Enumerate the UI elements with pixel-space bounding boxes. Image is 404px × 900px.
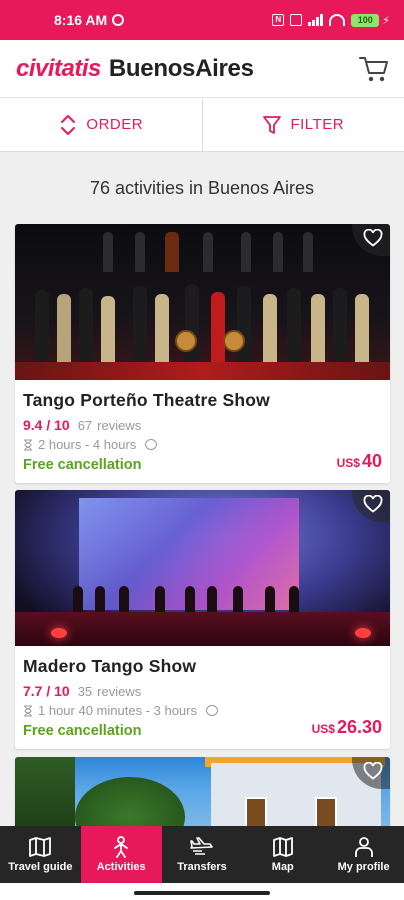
- gesture-bar: [0, 883, 404, 900]
- signal-icon: [308, 14, 324, 26]
- activity-card[interactable]: Tango Porteño Theatre Show 9.4 / 10 67 r…: [15, 224, 390, 483]
- rating-line: 9.4 / 10 67 reviews: [23, 417, 382, 433]
- activity-image[interactable]: [15, 757, 390, 837]
- app-header: civitatis BuenosAires: [0, 40, 404, 98]
- activity-image[interactable]: [15, 490, 390, 646]
- home-indicator[interactable]: [134, 891, 270, 895]
- book-map-icon: [29, 837, 52, 857]
- activity-rating: 7.7 / 10: [23, 683, 70, 699]
- mute-icon: [290, 14, 303, 26]
- price-amount: 40: [361, 451, 382, 471]
- cart-icon[interactable]: [358, 53, 390, 85]
- city-title: BuenosAires: [108, 54, 254, 82]
- activity-duration: 1 hour 40 minutes - 3 hours: [38, 703, 197, 718]
- status-icons: N 100 ⚡: [272, 13, 390, 27]
- price-currency: US$: [311, 722, 335, 736]
- battery-icon: 100: [351, 13, 380, 27]
- rating-line: 7.7 / 10 35 reviews: [23, 683, 382, 699]
- plane-icon: [190, 837, 213, 855]
- activity-details: Tango Porteño Theatre Show 9.4 / 10 67 r…: [15, 380, 390, 483]
- price-amount: 26.30: [336, 717, 382, 737]
- language-icon: [145, 439, 158, 450]
- duration-line: 2 hours - 4 hours: [23, 437, 382, 452]
- status-time: 8:16 AM: [54, 12, 108, 28]
- language-icon: [205, 705, 218, 716]
- map-icon: [272, 837, 293, 857]
- heart-icon: [363, 762, 383, 780]
- nav-my-profile[interactable]: My profile: [323, 826, 404, 883]
- duration-line: 1 hour 40 minutes - 3 hours: [23, 703, 382, 718]
- nav-label: Activities: [96, 861, 146, 873]
- favorite-button[interactable]: [352, 490, 390, 522]
- nav-label: My profile: [337, 861, 390, 873]
- sort-filter-bar: ORDER FILTER: [0, 98, 404, 152]
- order-label: ORDER: [86, 116, 144, 133]
- activity-title[interactable]: Tango Porteño Theatre Show: [23, 390, 382, 411]
- reviews-count: 35: [77, 684, 93, 699]
- person-icon: [114, 836, 129, 858]
- filter-label: FILTER: [290, 116, 345, 133]
- filter-button[interactable]: FILTER: [201, 98, 404, 151]
- free-cancellation: Free cancellation: [23, 457, 142, 473]
- activity-card[interactable]: [15, 757, 390, 837]
- price-currency: US$: [336, 456, 360, 470]
- wifi-icon: [329, 14, 346, 26]
- nav-travel-guide[interactable]: Travel guide: [0, 826, 81, 883]
- reviews-label: reviews: [97, 418, 142, 433]
- bottom-navigation: Travel guide Activities Transfers Map My…: [0, 826, 404, 883]
- activity-title[interactable]: Madero Tango Show: [23, 656, 382, 677]
- nav-transfers[interactable]: Transfers: [162, 826, 243, 883]
- reviews-label: reviews: [97, 684, 142, 699]
- status-bar: 8:16 AM N 100 ⚡: [0, 0, 404, 40]
- heart-icon: [363, 229, 383, 247]
- sort-icon: [61, 114, 76, 135]
- notification-icon: [112, 14, 125, 26]
- nav-label: Transfers: [177, 861, 227, 873]
- hourglass-icon: [24, 439, 32, 450]
- hourglass-icon: [24, 705, 32, 716]
- activity-rating: 9.4 / 10: [23, 417, 70, 433]
- activity-price: US$ 26.30: [312, 717, 382, 738]
- activity-details: Madero Tango Show 7.7 / 10 35 reviews 1 …: [15, 646, 390, 749]
- nav-label: Map: [271, 861, 294, 873]
- activity-image[interactable]: [15, 224, 390, 380]
- reviews-count: 67: [77, 418, 93, 433]
- user-icon: [354, 837, 373, 857]
- activity-price: US$ 40: [337, 451, 382, 472]
- brand-logo[interactable]: civitatis: [16, 55, 101, 83]
- activity-duration: 2 hours - 4 hours: [38, 437, 137, 452]
- heart-icon: [363, 495, 383, 513]
- charging-icon: ⚡: [382, 14, 390, 27]
- order-button[interactable]: ORDER: [0, 98, 202, 151]
- filter-icon: [263, 115, 282, 134]
- favorite-button[interactable]: [352, 224, 390, 256]
- nfc-icon: N: [272, 14, 285, 26]
- activity-card[interactable]: Madero Tango Show 7.7 / 10 35 reviews 1 …: [15, 490, 390, 749]
- nav-activities[interactable]: Activities: [80, 826, 162, 883]
- nav-label: Travel guide: [8, 861, 73, 873]
- results-count: 76 activities in Buenos Aires: [89, 178, 315, 198]
- nav-map[interactable]: Map: [242, 826, 323, 883]
